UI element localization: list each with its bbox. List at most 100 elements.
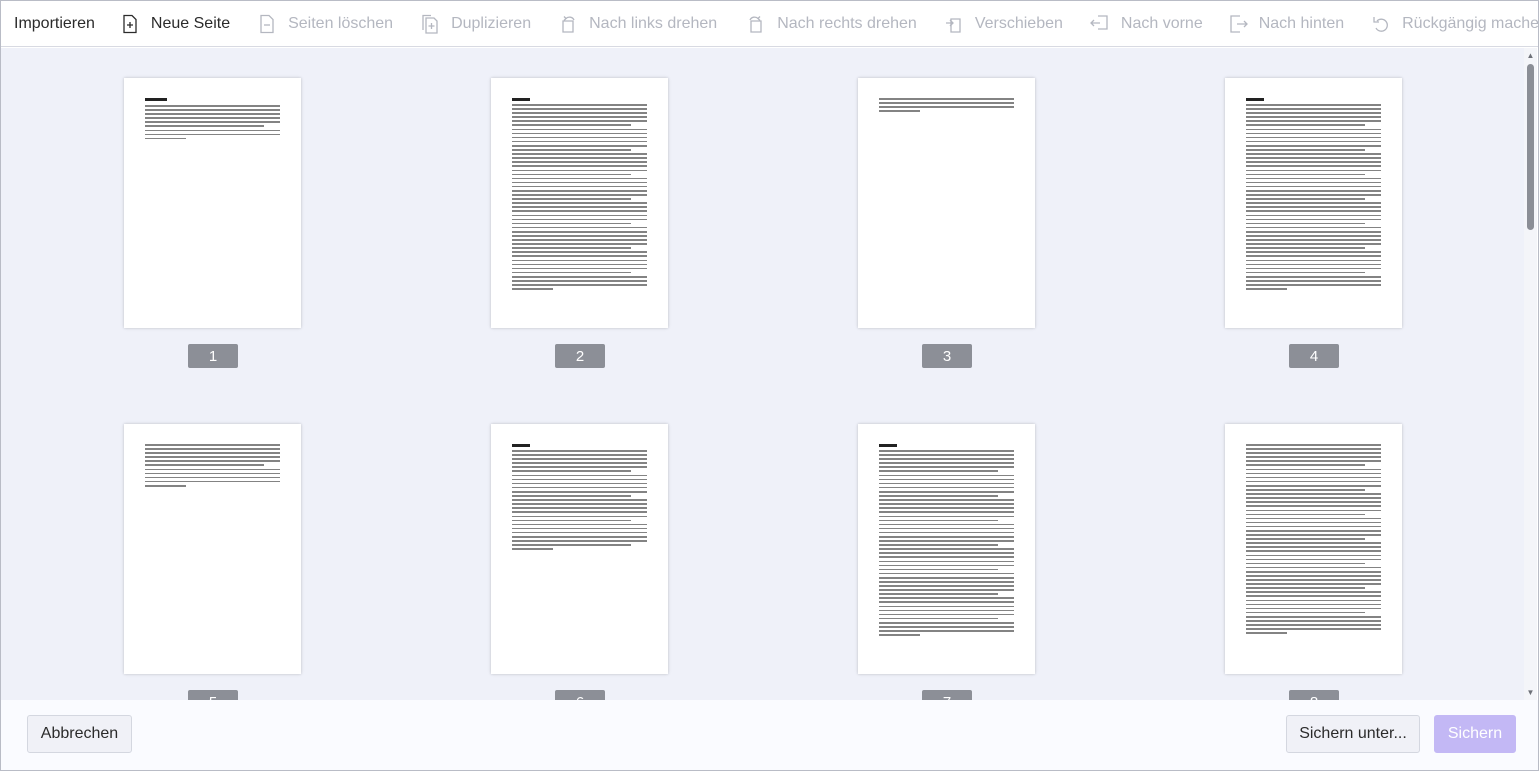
thumbnail-text-line: [512, 259, 647, 262]
page-thumbnail-7[interactable]: [858, 424, 1035, 674]
thumbnail-text-line: [512, 116, 647, 118]
thumbnail-text-line: [1246, 239, 1381, 241]
thumbnail-text-line: [1246, 620, 1381, 622]
thumbnail-text-line: [512, 235, 647, 237]
page-thumbnail-4[interactable]: [1225, 78, 1402, 328]
thumbnail-text-line: [512, 140, 647, 143]
cancel-button[interactable]: Abbrechen: [27, 715, 132, 753]
thumbnail-text-line: [512, 478, 647, 481]
thumbnail-text-line: [512, 466, 647, 468]
page-thumbnail-6[interactable]: [491, 424, 668, 674]
thumbnail-text-line: [879, 470, 998, 473]
thumbnail-text-line: [1246, 550, 1381, 553]
thumbnail-text-line: [879, 560, 1014, 563]
save-button[interactable]: Sichern: [1434, 715, 1516, 753]
thumbnail-text-line: [1246, 136, 1381, 139]
thumbnail-text-line: [145, 109, 280, 111]
thumbnail-text-line: [145, 472, 280, 475]
page-thumbnail-8[interactable]: [1225, 424, 1402, 674]
import-label: Importieren: [14, 14, 95, 32]
undo-button[interactable]: Rückgängig machen: [1370, 1, 1538, 46]
thumbnail-text-line: [1246, 448, 1381, 450]
scroll-up-icon[interactable]: ▲: [1526, 51, 1535, 60]
thumbnail-text-line: [1246, 128, 1381, 131]
thumbnail-text-line: [145, 476, 280, 479]
thumbnail-text-line: [1246, 267, 1381, 270]
thumbnail-text-line: [1246, 517, 1381, 520]
thumbnail-text-line: [512, 128, 647, 131]
thumbnail-text-line: [879, 490, 1014, 493]
page-thumbnail-5[interactable]: [124, 424, 301, 674]
thumbnail-text-line: [879, 613, 1014, 616]
thumbnail-text-line: [145, 137, 186, 140]
thumbnail-text-line: [879, 601, 1014, 604]
new-page-button[interactable]: Neue Seite: [119, 1, 230, 46]
thumbnail-text-line: [879, 605, 1014, 608]
rotate-right-button[interactable]: Nach rechts drehen: [745, 1, 917, 46]
thumbnail-text-line: [1246, 271, 1365, 274]
thumbnail-text-line: [1246, 501, 1381, 503]
thumbnail-text-line: [1246, 607, 1381, 610]
thumbnail-text-line: [879, 454, 1014, 456]
thumbnail-text-line: [1246, 599, 1381, 602]
thumbnail-text-line: [1246, 226, 1381, 229]
thumbnail-text-line: [512, 519, 631, 522]
thumbnail-text-line: [512, 275, 647, 278]
page-thumbnail-1[interactable]: [124, 78, 301, 328]
thumbnail-text-line: [512, 499, 647, 501]
thumbnail-text-line: [879, 585, 1014, 587]
duplicate-button[interactable]: Duplizieren: [419, 1, 531, 46]
thumbnail-text-line: [512, 255, 647, 258]
page-thumbnail-2[interactable]: [491, 78, 668, 328]
thumbnail-text-line: [879, 597, 1014, 599]
scrollbar-thumb[interactable]: [1527, 64, 1534, 230]
thumbnail-text-line: [1246, 558, 1381, 561]
move-backward-button[interactable]: Nach hinten: [1227, 1, 1344, 46]
thumbnail-text-line: [512, 149, 631, 151]
thumbnail-text-line: [1246, 177, 1381, 180]
thumbnail-text-line: [879, 593, 998, 595]
move-forward-label: Nach vorne: [1120, 14, 1203, 32]
thumbnail-text-line: [1246, 489, 1365, 491]
thumbnail-text-line: [145, 448, 280, 450]
thumbnail-text-line: [1246, 497, 1381, 499]
thumbnail-text-line: [1246, 566, 1381, 569]
page-thumbnail-3[interactable]: [858, 78, 1035, 328]
vertical-scrollbar[interactable]: ▲ ▼: [1524, 48, 1537, 700]
thumbnail-text-line: [512, 157, 647, 159]
organize-pages-dialog: Importieren Neue Seite Seiten löschen Du…: [0, 0, 1539, 771]
thumbnail-text-line: [879, 478, 1014, 481]
delete-pages-button[interactable]: Seiten löschen: [256, 1, 393, 46]
rotate-left-button[interactable]: Nach links drehen: [557, 1, 717, 46]
thumbnail-text-line: [879, 531, 1014, 534]
thumbnail-text-line: [1246, 104, 1381, 106]
thumbnail-text-line: [879, 450, 1014, 452]
save-as-button[interactable]: Sichern unter...: [1286, 715, 1420, 753]
thumbnail-text-line: [1246, 554, 1381, 557]
thumbnail-text-line: [512, 540, 647, 542]
thumbnail-text-line: [1246, 198, 1365, 200]
thumbnail-text-line: [879, 581, 1014, 583]
scroll-down-icon[interactable]: ▼: [1526, 688, 1535, 697]
delete-page-icon: [256, 13, 278, 35]
move-button[interactable]: Verschieben: [943, 1, 1063, 46]
undo-label: Rückgängig machen: [1402, 14, 1538, 32]
thumbnail-text-line: [879, 540, 1014, 542]
thumbnail-heading: [512, 98, 530, 101]
thumbnail-text-line: [145, 468, 280, 471]
thumbnail-text-line: [1246, 157, 1381, 159]
thumbnail-text-line: [1246, 615, 1381, 618]
thumbnail-text-line: [1246, 251, 1381, 253]
rotate-left-icon: [557, 13, 579, 35]
move-forward-button[interactable]: Nach vorne: [1089, 1, 1203, 46]
thumbnail-text-line: [512, 185, 647, 188]
thumbnail-text-line: [1246, 464, 1365, 467]
thumbnail-text-line: [1246, 214, 1381, 217]
thumbnail-text-line: [512, 214, 647, 217]
import-button[interactable]: Importieren: [14, 1, 95, 46]
thumbnail-text-line: [1246, 472, 1381, 475]
thumbnail-text-line: [1246, 153, 1381, 155]
thumbnail-text-line: [512, 218, 647, 221]
thumbnail-text-line: [512, 173, 631, 176]
thumbnail-text-line: [879, 617, 998, 620]
